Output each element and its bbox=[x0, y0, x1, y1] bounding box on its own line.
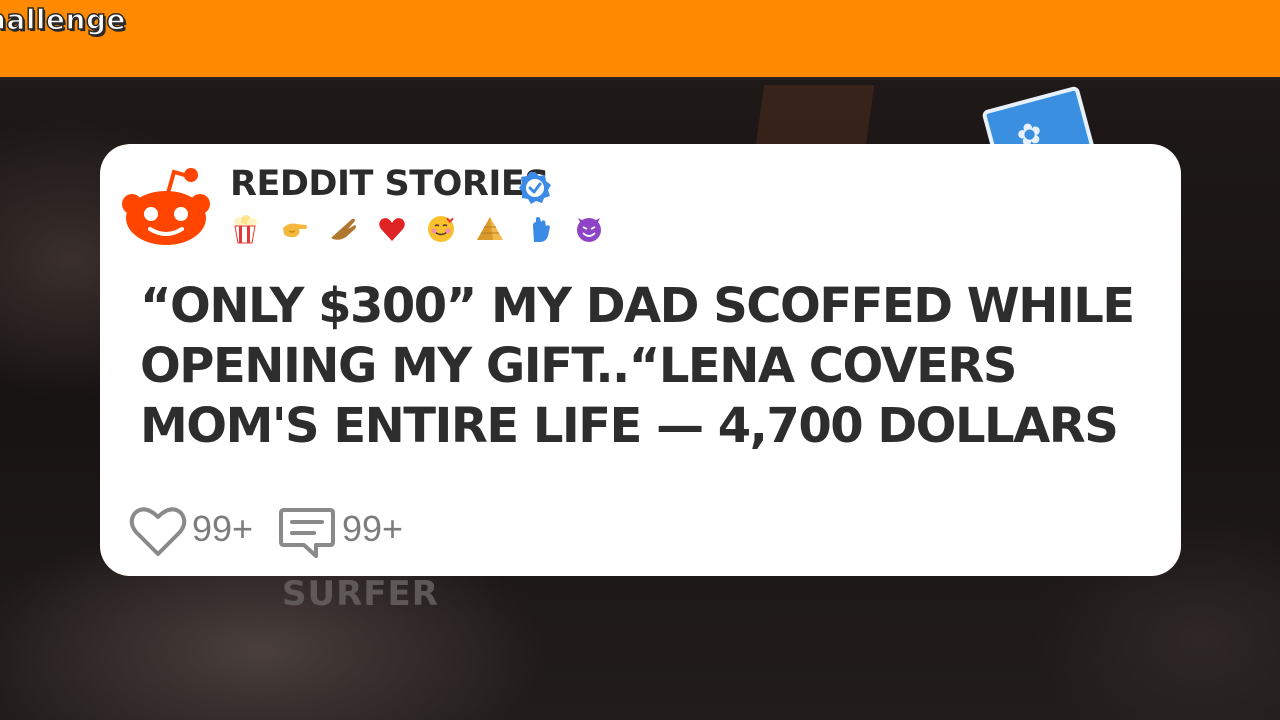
comments-count: 99+ bbox=[342, 508, 404, 549]
comment-icon[interactable] bbox=[278, 506, 336, 560]
post-headline: “ONLY $300” MY DAD SCOFFED WHILE OPENING… bbox=[140, 278, 1135, 454]
smiling-face-with-hearts-icon bbox=[428, 216, 455, 242]
banner-title: hallenge bbox=[0, 2, 126, 37]
channel-name[interactable]: REDDIT STORIES bbox=[230, 164, 549, 204]
reddit-post-card: REDDIT STORIES “ONLY $300” MY DAD SCOFFE… bbox=[100, 144, 1181, 576]
verified-badge-icon bbox=[519, 172, 551, 204]
raised-back-of-hand-icon bbox=[532, 217, 550, 242]
reddit-alien-icon bbox=[122, 168, 210, 245]
top-banner: hallenge bbox=[0, 0, 1280, 77]
hand-icon bbox=[331, 218, 357, 240]
pointing-hand-icon bbox=[283, 223, 308, 238]
background-sign bbox=[755, 85, 875, 145]
heart-icon[interactable] bbox=[128, 504, 188, 558]
smiling-face-with-horns-icon bbox=[576, 218, 601, 242]
pyramid-icon bbox=[477, 217, 504, 240]
popcorn-icon bbox=[234, 215, 257, 244]
background-overlay-text: SURFER bbox=[282, 574, 439, 614]
red-heart-icon bbox=[379, 218, 406, 241]
likes-count: 99+ bbox=[192, 508, 254, 549]
award-emoji-row bbox=[230, 214, 618, 254]
